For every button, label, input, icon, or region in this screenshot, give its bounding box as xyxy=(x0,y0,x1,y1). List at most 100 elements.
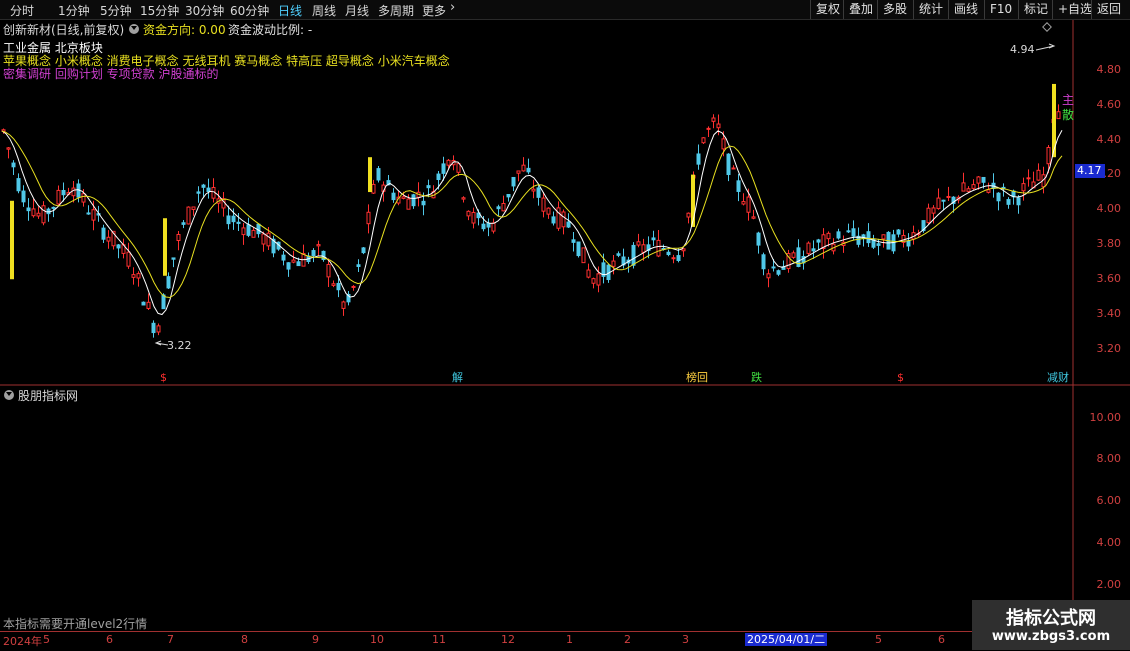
indicator-title[interactable]: 股朋指标网 xyxy=(18,387,78,404)
candle xyxy=(371,183,376,194)
candle xyxy=(666,251,671,256)
candle xyxy=(521,164,526,172)
candle xyxy=(586,269,591,278)
candle xyxy=(591,278,596,284)
current-price-tag: 4.17 xyxy=(1075,164,1105,178)
site-watermark: 指标公式网 www.zbgs3.com xyxy=(972,600,1130,650)
candle xyxy=(546,207,551,215)
candle xyxy=(181,222,186,225)
date-label: 6 xyxy=(106,633,113,646)
candle xyxy=(11,162,16,168)
candle xyxy=(161,294,166,310)
crosshair-date: 2025/04/01/二 xyxy=(745,633,828,646)
candle xyxy=(266,232,271,247)
candle xyxy=(936,197,941,210)
candle xyxy=(311,250,316,257)
high-price-label: 4.94 xyxy=(1010,43,1035,56)
candle xyxy=(351,285,356,288)
candle xyxy=(866,231,871,244)
date-label: 2024年 xyxy=(3,635,42,648)
candle xyxy=(36,212,41,217)
candle xyxy=(826,232,831,240)
candle xyxy=(526,167,531,173)
candle xyxy=(676,255,681,261)
candle xyxy=(326,264,331,278)
date-label: 5 xyxy=(43,633,50,646)
candle xyxy=(596,273,601,286)
candle xyxy=(881,234,886,240)
candle xyxy=(106,236,111,242)
date-label: 7 xyxy=(167,633,174,646)
candle xyxy=(231,215,236,223)
candle xyxy=(446,159,451,166)
low-price-label: 3.22 xyxy=(167,339,192,352)
candle xyxy=(136,273,141,279)
candle xyxy=(281,254,286,261)
candle xyxy=(636,241,641,246)
signal-marker: 解 xyxy=(452,371,463,384)
candle xyxy=(766,273,771,279)
candle xyxy=(331,283,336,286)
retail-label: 散 xyxy=(1062,108,1075,122)
candle xyxy=(876,243,881,246)
candle xyxy=(176,233,181,242)
candle xyxy=(61,189,66,196)
candle xyxy=(981,176,986,183)
indicator-tick: 4.00 xyxy=(1096,536,1122,549)
candle xyxy=(481,223,486,230)
candle xyxy=(81,193,86,203)
candle xyxy=(376,168,381,181)
candle xyxy=(741,201,746,205)
candle xyxy=(811,248,816,252)
candle xyxy=(461,197,466,200)
candle xyxy=(1016,197,1021,206)
candle xyxy=(726,153,731,176)
candle xyxy=(466,210,471,217)
candle xyxy=(56,189,61,205)
date-label: 1 xyxy=(566,633,573,646)
candle xyxy=(286,262,291,270)
date-label: 2 xyxy=(624,633,631,646)
candle xyxy=(296,261,301,267)
candle xyxy=(1021,183,1026,192)
candle xyxy=(41,205,46,224)
price-tick: 3.20 xyxy=(1096,342,1122,355)
candle xyxy=(1006,199,1011,205)
candle xyxy=(711,117,716,122)
candle xyxy=(6,147,11,150)
price-tick: 3.60 xyxy=(1096,272,1122,285)
candlestick-chart[interactable] xyxy=(0,0,1130,650)
candle xyxy=(186,206,191,225)
candle xyxy=(51,206,56,209)
candle xyxy=(536,187,541,198)
candle xyxy=(696,153,701,165)
candle xyxy=(791,252,796,258)
candle xyxy=(146,301,151,309)
candle xyxy=(736,180,741,192)
ma-lines-group xyxy=(1,130,1063,316)
candle xyxy=(566,221,571,228)
candle xyxy=(501,202,506,212)
candle xyxy=(816,239,821,243)
candle xyxy=(976,176,981,184)
price-tick: 4.80 xyxy=(1096,63,1122,76)
candle xyxy=(961,182,966,192)
candle xyxy=(571,239,576,243)
candle xyxy=(716,123,721,129)
indicator-dropdown-icon[interactable] xyxy=(4,390,14,400)
candle xyxy=(541,197,546,212)
candle xyxy=(26,207,31,212)
candle xyxy=(1056,111,1061,120)
candle xyxy=(516,170,521,174)
candle xyxy=(941,199,946,202)
candle xyxy=(926,207,931,224)
candle xyxy=(366,211,371,225)
candle xyxy=(671,257,676,260)
candle xyxy=(701,137,706,144)
candle xyxy=(496,206,501,210)
candle xyxy=(31,208,36,217)
date-axis: 2024年 5 6 7 8 9 10 11 12 1 2 3 2025/04/0… xyxy=(0,631,1130,651)
candle xyxy=(206,187,211,193)
signal-marker: 跌 xyxy=(751,371,762,384)
candle xyxy=(336,282,341,291)
